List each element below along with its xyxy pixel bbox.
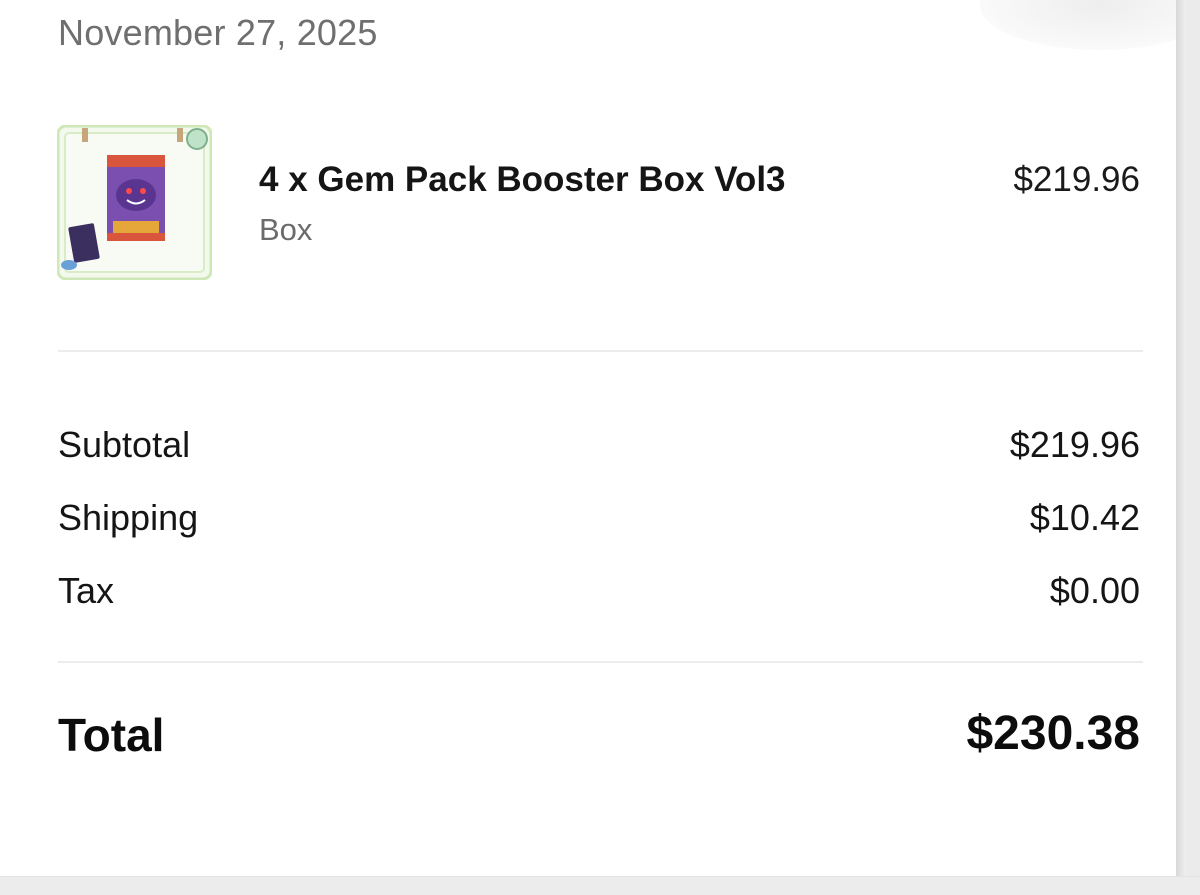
background-glow xyxy=(980,0,1176,50)
divider-top xyxy=(58,350,1143,352)
product-thumbnail[interactable] xyxy=(56,124,213,281)
divider-bottom xyxy=(58,661,1143,663)
tax-label: Tax xyxy=(58,570,115,611)
tax-value: $0.00 xyxy=(1049,570,1140,611)
product-variant: Box xyxy=(259,212,313,247)
order-receipt-card: November 27, 2025 4 x Gem Pack Booster B… xyxy=(0,0,1176,876)
shipping-value: $10.42 xyxy=(1029,497,1140,538)
order-date: November 27, 2025 xyxy=(58,12,378,53)
shipping-label: Shipping xyxy=(58,497,199,538)
card-right-edge xyxy=(1176,0,1186,876)
booster-pack-thumbnail-icon xyxy=(56,124,213,281)
bottom-strip xyxy=(0,876,1200,895)
subtotal-label: Subtotal xyxy=(58,424,191,465)
total-label: Total xyxy=(58,709,165,761)
subtotal-value: $219.96 xyxy=(1009,424,1140,465)
product-price: $219.96 xyxy=(1013,160,1140,199)
total-value: $230.38 xyxy=(966,707,1140,760)
product-name[interactable]: 4 x Gem Pack Booster Box Vol3 xyxy=(259,160,786,200)
